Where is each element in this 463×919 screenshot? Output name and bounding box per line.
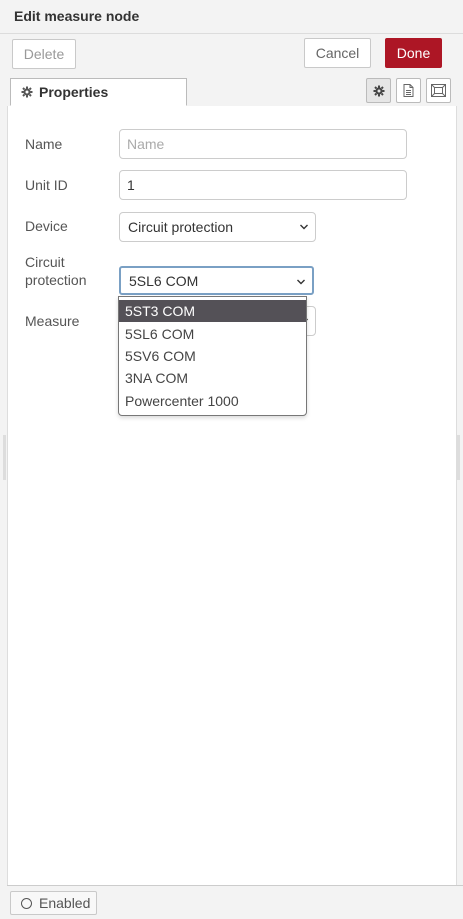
settings-icon bbox=[373, 85, 384, 96]
device-label: Device bbox=[25, 218, 68, 234]
circuit-select-value: 5SL6 COM bbox=[129, 272, 199, 289]
circuit-label-line1: Circuit bbox=[25, 254, 65, 270]
circuit-protection-label: Circuit protection bbox=[25, 253, 86, 289]
circuit-label-line2: protection bbox=[25, 272, 87, 288]
settings-tab-button[interactable] bbox=[366, 78, 391, 103]
chevron-down-icon bbox=[297, 279, 305, 285]
dropdown-option[interactable]: 5ST3 COM bbox=[119, 300, 306, 322]
tab-properties-label: Properties bbox=[39, 84, 109, 100]
circuit-protection-select[interactable]: 5SL6 COM bbox=[119, 266, 314, 295]
chevron-down-icon bbox=[300, 224, 308, 230]
unit-id-label: Unit ID bbox=[25, 177, 68, 193]
cancel-button[interactable]: Cancel bbox=[304, 38, 371, 68]
enabled-toggle[interactable]: Enabled bbox=[10, 891, 97, 915]
device-select-value: Circuit protection bbox=[128, 219, 234, 235]
toggle-circle-icon bbox=[21, 897, 32, 909]
name-label: Name bbox=[25, 136, 63, 152]
done-button[interactable]: Done bbox=[385, 38, 442, 68]
device-select[interactable]: Circuit protection bbox=[119, 212, 316, 242]
dropdown-option[interactable]: 3NA COM bbox=[119, 367, 306, 389]
tray-footer: Enabled bbox=[7, 885, 463, 919]
tray-header: Edit measure node bbox=[0, 0, 463, 34]
gear-icon bbox=[21, 86, 33, 98]
tab-bar: Properties bbox=[7, 76, 455, 107]
tab-properties[interactable]: Properties bbox=[10, 78, 187, 106]
appearance-tab-button[interactable] bbox=[426, 78, 451, 103]
description-tab-button[interactable] bbox=[396, 78, 421, 103]
dropdown-option[interactable]: Powercenter 1000 bbox=[119, 390, 306, 412]
appearance-icon bbox=[431, 84, 446, 97]
delete-button[interactable]: Delete bbox=[12, 39, 76, 69]
enabled-label: Enabled bbox=[39, 895, 91, 911]
unit-id-input[interactable]: 1 bbox=[119, 170, 407, 200]
tray-title: Edit measure node bbox=[14, 8, 140, 24]
right-resize-handle[interactable] bbox=[457, 435, 460, 480]
dropdown-option[interactable]: 5SV6 COM bbox=[119, 345, 306, 367]
circuit-protection-dropdown: 5ST3 COM 5SL6 COM 5SV6 COM 3NA COM Power… bbox=[118, 296, 307, 416]
left-resize-handle[interactable] bbox=[3, 435, 6, 480]
name-input[interactable]: Name bbox=[119, 129, 407, 159]
dropdown-option[interactable]: 5SL6 COM bbox=[119, 323, 306, 345]
measure-label: Measure bbox=[25, 313, 80, 329]
description-icon bbox=[403, 84, 414, 97]
